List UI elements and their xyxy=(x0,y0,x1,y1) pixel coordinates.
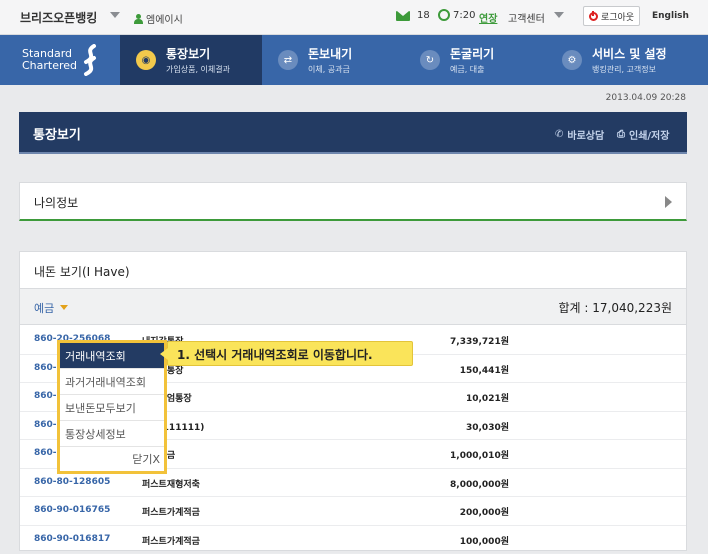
assets-header: 내돈 보기(I Have) xyxy=(20,252,686,289)
gear-icon: ⚙ xyxy=(562,50,582,70)
main-nav: Standard Chartered ◉ 통장보기 가입상품, 이체결과 ⇄ 돈… xyxy=(0,35,708,85)
logo-mark-icon xyxy=(80,44,100,76)
nav-item-transfer[interactable]: ⇄ 돈보내기 이체, 공과금 xyxy=(262,35,404,85)
nav-title: 서비스 및 설정 xyxy=(592,45,667,62)
nav-item-settings[interactable]: ⚙ 서비스 및 설정 뱅킹관리, 고객정보 xyxy=(546,35,708,85)
balance: 200,000원 xyxy=(400,505,509,518)
eye-icon: ◉ xyxy=(136,50,156,70)
balance: 150,441원 xyxy=(400,363,509,376)
nav-title: 돈굴리기 xyxy=(450,45,494,62)
nav-sub: 가입상품, 이체결과 xyxy=(166,64,230,75)
user-name: 엠에이시 xyxy=(146,11,183,26)
menu-item-sent-money[interactable]: 보낸돈모두보기 xyxy=(60,395,164,421)
balance: 1,000,010원 xyxy=(400,448,509,461)
current-datetime: 2013.04.09 20:28 xyxy=(606,93,686,103)
product-name: 퍼스트재형저축 xyxy=(142,477,200,490)
balance: 7,339,721원 xyxy=(400,334,509,347)
chevron-down-icon[interactable] xyxy=(110,12,120,18)
nav-sub: 뱅킹관리, 고객정보 xyxy=(592,64,656,75)
logo-text: Standard Chartered xyxy=(22,48,77,72)
logo-line-2: Chartered xyxy=(22,60,77,72)
guide-callout: 1. 선택시 거래내역조회로 이동합니다. xyxy=(167,341,413,366)
balance: 8,000,000원 xyxy=(400,477,509,490)
user-info: 엠에이시 xyxy=(134,11,183,26)
mail-count[interactable]: 18 xyxy=(417,10,430,21)
printer-icon: ⎙ xyxy=(617,129,625,140)
product-name: 퍼스트가계적금 xyxy=(142,505,200,518)
nav-sub: 이체, 공과금 xyxy=(308,64,350,75)
menu-item-account-details[interactable]: 통장상세정보 xyxy=(60,421,164,447)
account-number-link[interactable]: 860-80-128605 xyxy=(34,477,110,487)
close-menu-button[interactable]: 닫기X xyxy=(132,451,160,467)
assets-title: 내돈 보기(I Have) xyxy=(34,263,130,280)
user-icon xyxy=(134,14,143,24)
top-bar: 브리즈오픈뱅킹 엠에이시 18 7:20 연장 고객센터 로그아웃 Englis… xyxy=(0,0,708,35)
product-name: 퍼스트가계적금 xyxy=(142,534,200,547)
assets-filter-bar: 예금 합계 : 17,040,223원 xyxy=(20,289,686,325)
logout-button[interactable]: 로그아웃 xyxy=(583,6,640,26)
account-number-link[interactable]: 860-90-016765 xyxy=(34,505,110,515)
extend-session-link[interactable]: 연장 xyxy=(479,10,497,25)
brand-name[interactable]: 브리즈오픈뱅킹 xyxy=(20,9,97,26)
menu-item-transaction-history[interactable]: 거래내역조회 xyxy=(60,343,164,369)
chevron-down-icon[interactable] xyxy=(60,305,68,310)
balance: 30,030원 xyxy=(400,420,509,433)
session-time: 7:20 xyxy=(453,10,475,21)
nav-item-accounts[interactable]: ◉ 통장보기 가입상품, 이체결과 xyxy=(120,35,262,85)
account-number-link[interactable]: 860-90-016817 xyxy=(34,534,110,544)
my-info-label: 나의정보 xyxy=(34,194,78,211)
nav-title: 통장보기 xyxy=(166,45,210,62)
page-title-bar: 통장보기 ✆ 바로상담 ⎙ 인쇄/저장 xyxy=(19,112,687,154)
refresh-icon: ↻ xyxy=(420,50,440,70)
table-row: 860-90-016765 퍼스트가계적금 200,000원 xyxy=(20,497,686,526)
print-link[interactable]: ⎙ 인쇄/저장 xyxy=(617,127,669,142)
balance: 10,021원 xyxy=(400,391,509,404)
language-link[interactable]: English xyxy=(652,11,689,21)
chevron-right-icon[interactable] xyxy=(665,196,672,208)
total-amount: 합계 : 17,040,223원 xyxy=(559,299,673,316)
logout-label: 로그아웃 xyxy=(601,10,634,23)
deposit-filter[interactable]: 예금 xyxy=(34,300,54,316)
logo[interactable]: Standard Chartered xyxy=(0,35,120,85)
consult-label: 바로상담 xyxy=(567,127,604,142)
menu-item-past-history[interactable]: 과거거래내역조회 xyxy=(60,369,164,395)
nav-item-invest[interactable]: ↻ 돈굴리기 예금, 대출 xyxy=(404,35,546,85)
my-info-section[interactable]: 나의정보 xyxy=(19,182,687,221)
customer-center-link[interactable]: 고객센터 xyxy=(508,10,545,25)
nav-sub: 예금, 대출 xyxy=(450,64,485,75)
account-action-menu: 거래내역조회 과거거래내역조회 보낸돈모두보기 통장상세정보 닫기X xyxy=(57,340,167,474)
mail-icon[interactable] xyxy=(396,11,410,21)
print-label: 인쇄/저장 xyxy=(629,127,669,142)
balance: 100,000원 xyxy=(400,534,509,547)
clock-icon xyxy=(438,9,450,21)
chevron-down-icon[interactable] xyxy=(554,12,564,18)
phone-icon: ✆ xyxy=(555,129,563,140)
page-title: 통장보기 xyxy=(33,124,81,143)
consult-link[interactable]: ✆ 바로상담 xyxy=(555,127,604,142)
nav-title: 돈보내기 xyxy=(308,45,352,62)
table-row: 860-90-016817 퍼스트가계적금 100,000원 xyxy=(20,526,686,554)
transfer-icon: ⇄ xyxy=(278,50,298,70)
power-icon xyxy=(589,12,598,21)
